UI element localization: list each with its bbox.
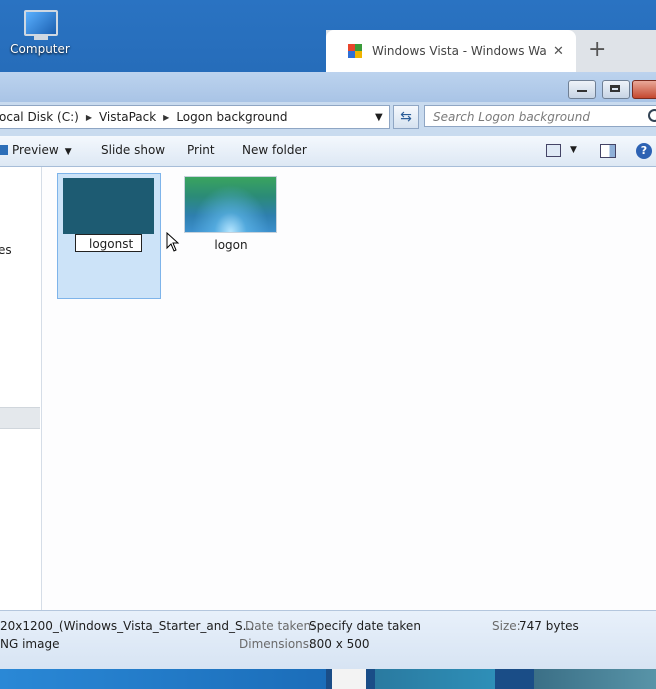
breadcrumb-vistapack[interactable]: VistaPack: [99, 110, 156, 124]
search-input[interactable]: Search Logon background: [424, 105, 656, 127]
close-window-button[interactable]: [632, 80, 656, 99]
navigation-pane[interactable]: es: [0, 167, 42, 610]
breadcrumb-local-disk[interactable]: ocal Disk (C:): [0, 110, 79, 124]
nav-item-label[interactable]: es: [0, 243, 12, 257]
computer-icon: [20, 8, 60, 40]
file-list[interactable]: logonst logon: [42, 167, 656, 610]
details-pane: 20x1200_(Windows_Vista_Starter_and_S... …: [0, 610, 656, 669]
breadcrumb-arrow-icon[interactable]: ▶: [86, 113, 92, 122]
file-thumbnail: [63, 178, 154, 234]
slide-show-button[interactable]: Slide show: [101, 143, 165, 157]
taskbar-thumbnail[interactable]: [375, 669, 495, 689]
browser-tab-title: Windows Vista - Windows Wallp: [372, 44, 547, 58]
minimize-button[interactable]: [568, 80, 596, 99]
favicon-icon: [348, 44, 362, 58]
size-label: Size:: [492, 619, 521, 633]
date-taken-label: Date taken:: [245, 619, 316, 633]
breadcrumb-logon-background[interactable]: Logon background: [176, 110, 287, 124]
preview-button[interactable]: Preview ▼: [0, 143, 72, 157]
details-filename: 20x1200_(Windows_Vista_Starter_and_S...: [0, 619, 255, 633]
nav-item-selected[interactable]: [0, 407, 40, 429]
help-icon[interactable]: ?: [636, 143, 652, 159]
print-button[interactable]: Print: [187, 143, 215, 157]
file-item-selected[interactable]: logonst: [57, 173, 180, 299]
explorer-window: ocal Disk (C:) ▶ VistaPack ▶ Logon backg…: [0, 72, 656, 689]
desktop-icon-label: Computer: [10, 42, 70, 56]
preview-icon: [0, 145, 8, 155]
browser-tab-strip: Windows Vista - Windows Wallp ✕ +: [326, 30, 656, 72]
views-icon[interactable]: [546, 144, 561, 157]
address-dropdown-icon[interactable]: ▼: [375, 112, 383, 123]
browser-tab[interactable]: Windows Vista - Windows Wallp ✕: [326, 30, 576, 72]
details-filetype: NG image: [0, 637, 60, 651]
new-tab-button[interactable]: +: [588, 39, 606, 61]
dimensions-value: 800 x 500: [309, 637, 370, 651]
desktop-icon-computer[interactable]: Computer: [8, 8, 72, 56]
date-taken-value[interactable]: Specify date taken: [309, 619, 421, 633]
rename-input[interactable]: logonst: [75, 234, 142, 252]
dimensions-label: Dimensions:: [239, 637, 314, 651]
search-icon[interactable]: [648, 109, 656, 122]
close-tab-icon[interactable]: ✕: [553, 44, 564, 59]
file-item[interactable]: logon: [183, 176, 279, 266]
chevron-down-icon[interactable]: ▼: [65, 147, 72, 157]
size-value: 747 bytes: [519, 619, 579, 633]
breadcrumb-arrow-icon[interactable]: ▶: [163, 113, 169, 122]
preview-pane-icon[interactable]: [600, 144, 616, 158]
address-bar[interactable]: ocal Disk (C:) ▶ VistaPack ▶ Logon backg…: [0, 105, 390, 129]
file-name: logon: [214, 238, 248, 252]
taskbar-thumbnail[interactable]: [534, 669, 656, 689]
chevron-down-icon[interactable]: ▼: [570, 145, 577, 155]
mouse-cursor-icon: [166, 232, 180, 252]
refresh-button[interactable]: ⇆: [393, 105, 419, 129]
maximize-button[interactable]: [602, 80, 630, 99]
taskbar-thumbnail[interactable]: [332, 669, 366, 689]
file-thumbnail: [185, 177, 276, 232]
new-folder-button[interactable]: New folder: [242, 143, 307, 157]
title-bar[interactable]: [0, 72, 656, 102]
command-bar: Preview ▼ Slide show Print New folder ▼ ?: [0, 136, 656, 167]
preview-label: Preview: [12, 143, 59, 157]
address-row: ocal Disk (C:) ▶ VistaPack ▶ Logon backg…: [0, 105, 656, 129]
taskbar-thumbnail[interactable]: [0, 669, 326, 689]
